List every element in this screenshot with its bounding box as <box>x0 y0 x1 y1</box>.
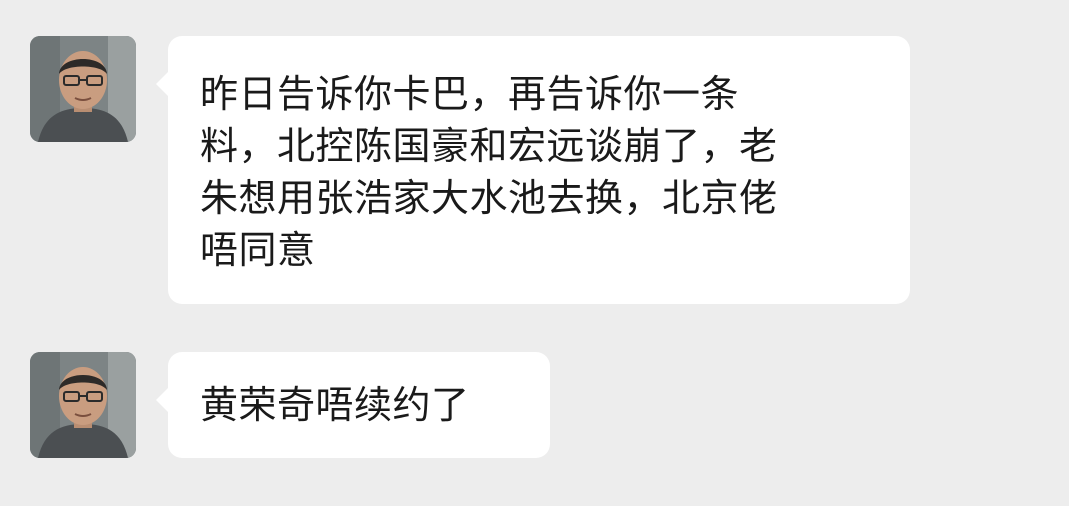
sender-avatar[interactable] <box>30 36 136 142</box>
person-avatar-icon <box>30 36 136 142</box>
message-text-line: 黄荣奇唔续约了 <box>200 383 470 427</box>
person-avatar-icon <box>30 352 136 458</box>
sender-avatar[interactable] <box>30 352 136 458</box>
message-bubble[interactable]: 黄荣奇唔续约了 <box>156 352 550 458</box>
message-text-line: 朱想用张浩家大水池去换，北京佬 <box>200 176 778 220</box>
message-text-line: 昨日告诉你卡巴，再告诉你一条 <box>200 72 740 116</box>
message-text-line: 唔同意 <box>200 228 316 272</box>
message-bubble[interactable]: 昨日告诉你卡巴，再告诉你一条 料，北控陈国豪和宏远谈崩了，老 朱想用张浩家大水池… <box>156 36 910 304</box>
message-text-line: 料，北控陈国豪和宏远谈崩了，老 <box>200 124 778 168</box>
bubble-tail <box>156 388 168 412</box>
bubble-tail <box>156 72 168 96</box>
